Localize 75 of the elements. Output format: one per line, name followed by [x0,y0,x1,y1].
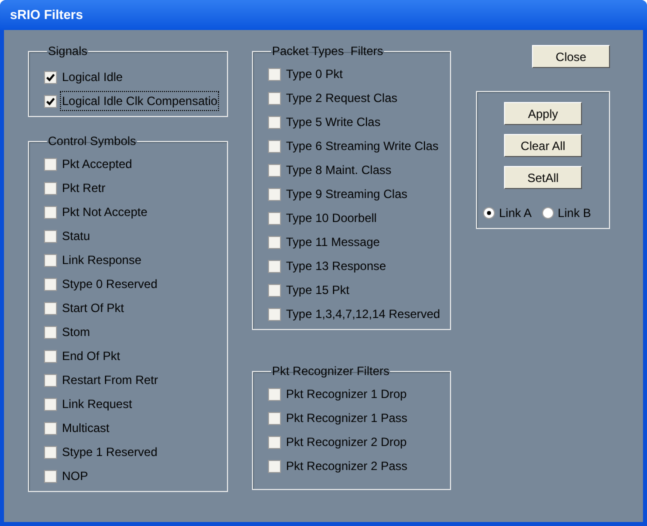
group-label: Signals [47,44,88,58]
checkbox[interactable] [268,308,281,320]
checkbox-label[interactable]: Type 15 Pkt [285,281,350,299]
checkbox-label[interactable]: Restart From Retr [61,371,160,389]
checkbox-label[interactable]: Multicast [61,419,110,437]
action-button[interactable]: Clear All [504,134,582,157]
checkbox[interactable] [44,206,57,218]
group-label: Packet Types Filters [271,44,384,58]
checkbox-label[interactable]: Start Of Pkt [61,299,126,317]
checkbox-label[interactable]: Pkt Recognizer 2 Drop [285,433,408,451]
checkbox[interactable] [268,260,281,272]
checkbox-label[interactable]: Type 11 Message [285,233,381,251]
checkbox-label[interactable]: Type 6 Streaming Write Clas [285,137,440,155]
checkbox[interactable] [44,350,57,362]
checkbox-label[interactable]: Link Request [61,395,134,413]
checkbox-label[interactable]: NOP [61,467,90,485]
checkbox-label[interactable]: Stype 1 Reserved [61,443,158,461]
checkbox-label[interactable]: Pkt Accepted [61,155,134,173]
checkbox[interactable] [44,398,57,410]
checkbox[interactable] [268,212,281,224]
checkbox-label[interactable]: Logical Idle Clk Compensatio [61,92,218,110]
radio-label[interactable]: Link B [558,204,592,222]
checkbox-label[interactable]: Pkt Recognizer 1 Pass [285,409,408,427]
checkbox-label[interactable]: Type 2 Request Clas [285,89,398,107]
checkbox[interactable] [44,70,57,84]
radio-button[interactable] [542,207,554,219]
checkbox[interactable] [268,436,281,448]
action-button[interactable]: SetAll [504,166,582,189]
checkbox-label[interactable]: Type 8 Maint. Class [285,161,392,179]
checkbox[interactable] [44,374,57,386]
checkbox[interactable] [268,284,281,296]
checkbox[interactable] [268,388,281,400]
checkbox-label[interactable]: Pkt Not Accepte [61,203,148,221]
checkbox-label[interactable]: End Of Pkt [61,347,122,365]
checkbox-label[interactable]: Pkt Recognizer 2 Pass [285,457,408,475]
checkbox-label[interactable]: Pkt Retr [61,179,106,197]
checkbox-label[interactable]: Type 9 Streaming Clas [285,185,408,203]
checkbox[interactable] [268,92,281,104]
radio-label[interactable]: Link A [499,204,532,222]
group-label: Control Symbols [47,134,138,148]
checkbox[interactable] [44,182,57,194]
checkbox-label[interactable]: Statu [61,227,92,245]
checkbox-label[interactable]: Type 13 Response [285,257,388,275]
checkbox[interactable] [268,412,281,424]
checkbox[interactable] [268,68,281,80]
checkbox[interactable] [268,236,281,248]
group-label: Pkt Recognizer Filters [271,364,390,378]
checkbox[interactable] [268,164,281,176]
checkbox[interactable] [268,116,281,128]
checkbox[interactable] [44,230,57,242]
checkbox[interactable] [44,254,57,266]
checkbox-label[interactable]: Type 10 Doorbell [285,209,378,227]
action-button[interactable]: Apply [504,102,582,125]
checkbox-label[interactable]: Pkt Recognizer 1 Drop [285,385,408,403]
checkbox[interactable] [268,140,281,152]
checkbox[interactable] [268,460,281,472]
checkbox-label[interactable]: Type 5 Write Clas [285,113,382,131]
checkbox[interactable] [44,470,57,482]
checkbox-label[interactable]: Logical Idle [61,68,124,86]
radio-button[interactable] [483,207,495,219]
checkbox[interactable] [44,278,57,290]
window-title: sRIO Filters [10,6,83,24]
checkbox[interactable] [44,158,57,170]
checkbox-label[interactable]: Link Response [61,251,142,269]
checkbox-label[interactable]: Type 0 Pkt [285,65,344,83]
checkbox-label[interactable]: Stom [61,323,92,341]
checkbox[interactable] [268,188,281,200]
close-button[interactable]: Close [532,45,610,68]
checkbox-label[interactable]: Type 1,3,4,7,12,14 Reserved [285,305,442,323]
checkbox[interactable] [44,326,57,338]
checkbox[interactable] [44,94,57,108]
checkbox[interactable] [44,446,57,458]
checkbox-label[interactable]: Stype 0 Reserved [61,275,158,293]
checkbox[interactable] [44,422,57,434]
checkbox[interactable] [44,302,57,314]
